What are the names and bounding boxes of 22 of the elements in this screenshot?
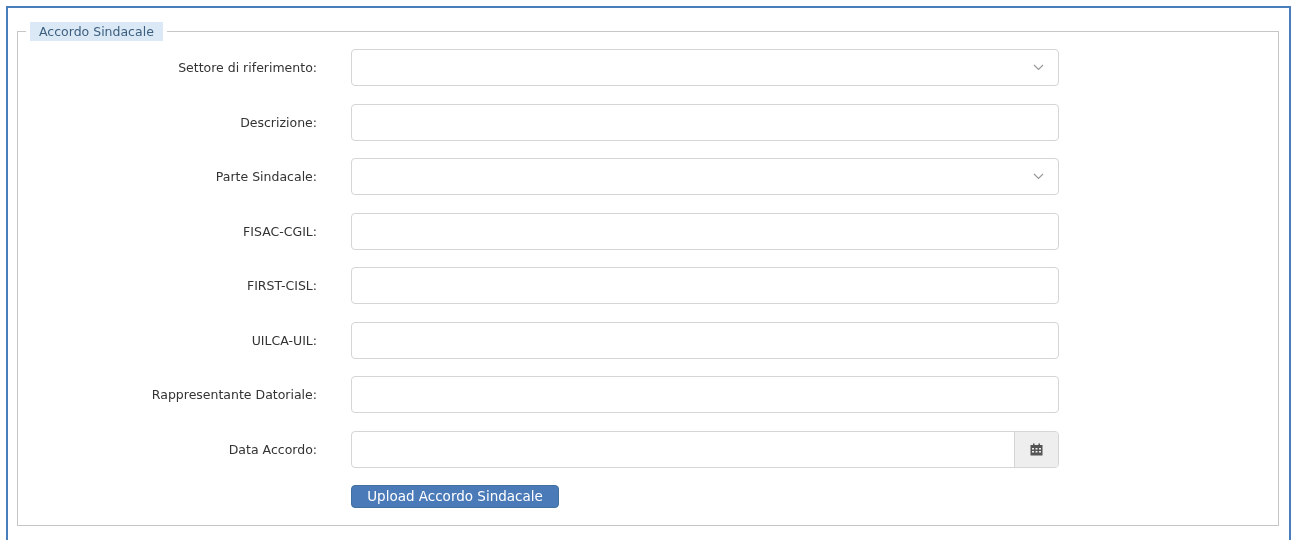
calendar-button[interactable] [1014,431,1058,467]
field-label: FIRST-CISL: [245,278,318,293]
upload-button[interactable]: Upload Accordo Sindacale [351,484,559,508]
field-label: Parte Sindacale: [214,169,318,184]
input-field[interactable] [351,321,1059,359]
chevron-down-icon [1033,173,1044,180]
dropdown-field[interactable] [351,158,1059,195]
section-title: Accordo Sindacale [30,22,163,41]
input-field[interactable] [351,267,1059,304]
input-field[interactable] [351,103,1059,141]
field-label: Rappresentante Datoriale: [150,387,318,402]
field-label: Descrizione: [239,114,318,130]
input-field[interactable] [351,212,1059,250]
dropdown-field[interactable] [351,49,1059,86]
date-field[interactable] [351,430,1059,468]
field-label: FISAC-CGIL: [242,223,318,239]
field-label: Settore di riferimento: [177,60,318,75]
field-label: Data Accordo: [227,441,318,457]
chevron-down-icon [1033,64,1044,71]
calendar-icon [1030,442,1043,456]
input-field[interactable] [351,376,1059,413]
field-label: UILCA-UIL: [250,332,318,348]
